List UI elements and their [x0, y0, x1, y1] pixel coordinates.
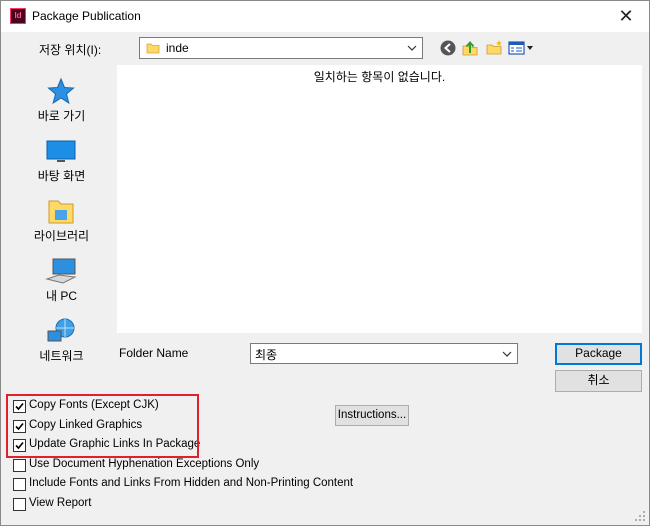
option-label: View Report: [29, 497, 92, 509]
cancel-button[interactable]: 취소: [555, 370, 642, 392]
package-button[interactable]: Package: [555, 343, 642, 365]
desktop-icon: [46, 140, 76, 162]
close-button[interactable]: ✕: [603, 1, 649, 32]
file-list[interactable]: 일치하는 항목이 없습니다.: [117, 65, 642, 333]
look-in-value: inde: [166, 41, 189, 55]
option-label: Copy Fonts (Except CJK): [29, 399, 159, 411]
place-quick-access[interactable]: 바로 가기: [10, 69, 113, 127]
up-folder-icon[interactable]: [461, 39, 479, 57]
place-label: 네트워크: [39, 349, 84, 363]
package-publication-dialog: Id Package Publication ✕ 저장 위치(I): inde: [0, 0, 650, 526]
title-bar: Id Package Publication ✕: [1, 1, 649, 32]
library-folder-icon: [48, 200, 74, 224]
resize-grip-icon[interactable]: [634, 510, 646, 522]
empty-list-message: 일치하는 항목이 없습니다.: [313, 70, 446, 84]
option-label: Copy Linked Graphics: [29, 419, 143, 431]
back-arrow-icon[interactable]: [439, 39, 457, 57]
checkbox[interactable]: [13, 478, 26, 491]
option-label: Use Document Hyphenation Exceptions Only: [29, 458, 260, 470]
checkmark-icon: [15, 402, 24, 411]
view-menu-icon[interactable]: [508, 39, 534, 57]
checkbox[interactable]: [13, 420, 26, 433]
checkbox[interactable]: [13, 459, 26, 472]
new-folder-icon[interactable]: [485, 39, 503, 57]
look-in-dropdown[interactable]: inde: [139, 37, 423, 59]
folder-icon: [146, 43, 160, 54]
checkmark-icon: [15, 441, 24, 450]
place-network[interactable]: 네트워크: [10, 309, 113, 367]
places-bar: 바로 가기 바탕 화면 라이브러리 내 PC 네트워크: [10, 65, 113, 385]
look-in-label: 저장 위치(I):: [39, 43, 102, 57]
folder-name-label: Folder Name: [119, 346, 189, 360]
place-label: 바로 가기: [37, 109, 86, 123]
place-desktop[interactable]: 바탕 화면: [10, 129, 113, 187]
place-label: 내 PC: [45, 289, 78, 303]
checkbox[interactable]: [13, 400, 26, 413]
indesign-app-icon: Id: [10, 8, 26, 24]
folder-name-input[interactable]: 최종: [250, 343, 518, 364]
option-label: Include Fonts and Links From Hidden and …: [29, 477, 354, 489]
chevron-down-icon[interactable]: [404, 38, 420, 58]
place-this-pc[interactable]: 내 PC: [10, 249, 113, 307]
chevron-down-icon[interactable]: [499, 344, 515, 364]
place-label: 바탕 화면: [37, 169, 86, 183]
checkmark-icon: [15, 422, 24, 431]
star-quick-access-icon: [47, 77, 75, 105]
window-title: Package Publication: [32, 9, 141, 23]
instructions-button[interactable]: Instructions...: [335, 405, 409, 426]
checkbox[interactable]: [13, 439, 26, 452]
checkbox[interactable]: [13, 498, 26, 511]
close-icon: ✕: [618, 6, 634, 26]
place-label: 라이브러리: [33, 229, 90, 243]
folder-name-value: 최종: [255, 348, 278, 362]
network-icon: [47, 318, 75, 342]
place-libraries[interactable]: 라이브러리: [10, 189, 113, 247]
computer-icon: [45, 258, 77, 284]
option-label: Update Graphic Links In Package: [29, 438, 201, 450]
